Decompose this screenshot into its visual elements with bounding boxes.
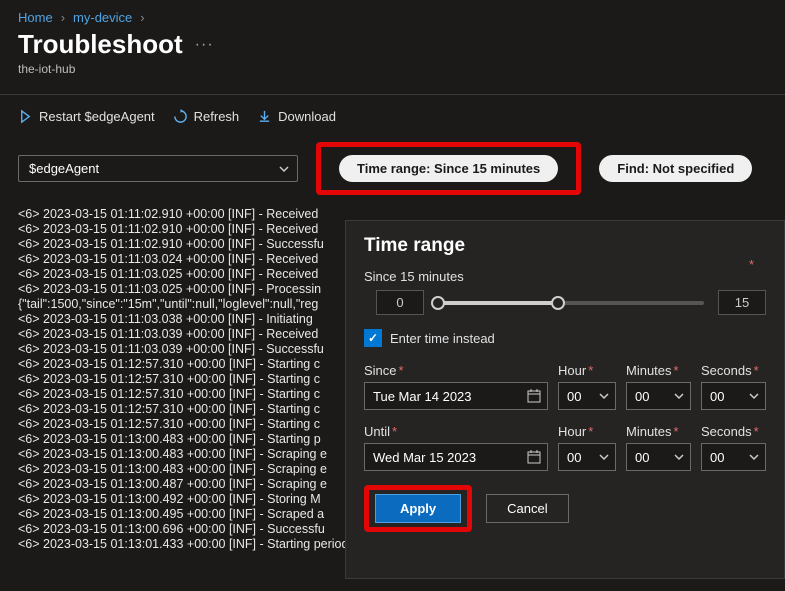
module-dropdown[interactable]: $edgeAgent [18, 155, 298, 182]
page-subtitle: the-iot-hub [0, 62, 785, 94]
cancel-button[interactable]: Cancel [486, 494, 568, 523]
chevron-down-icon [674, 391, 684, 401]
since-hour-select[interactable]: 00 [558, 382, 616, 410]
since-minutes-col-label: Minutes* [626, 363, 691, 378]
chevron-down-icon [749, 452, 759, 462]
slider-min: 0 [376, 290, 424, 315]
since-label: Since* [364, 363, 548, 378]
required-indicator: * [749, 257, 754, 272]
refresh-icon [173, 109, 188, 124]
slider-track[interactable] [438, 301, 704, 305]
since-seconds-label: Seconds* [701, 363, 766, 378]
until-seconds-label: Seconds* [701, 424, 766, 439]
page-title: Troubleshoot [18, 29, 183, 60]
until-row: Until* Wed Mar 15 2023 Hour* 00 Minutes*… [364, 424, 766, 471]
chevron-down-icon [674, 452, 684, 462]
time-range-pill[interactable]: Time range: Since 15 minutes [339, 155, 558, 182]
module-dropdown-value: $edgeAgent [18, 155, 298, 182]
enter-time-checkbox-row[interactable]: ✓ Enter time instead [364, 329, 766, 347]
chevron-right-icon: › [61, 10, 65, 25]
breadcrumb-device[interactable]: my-device [73, 10, 132, 25]
more-icon[interactable]: ··· [195, 36, 214, 54]
restart-label: Restart $edgeAgent [39, 109, 155, 124]
calendar-icon [527, 389, 541, 403]
download-button[interactable]: Download [257, 109, 336, 124]
apply-button[interactable]: Apply [375, 494, 461, 523]
download-icon [257, 109, 272, 124]
slider-thumb[interactable] [551, 296, 565, 310]
until-date-input[interactable]: Wed Mar 15 2023 [364, 443, 548, 471]
refresh-label: Refresh [194, 109, 240, 124]
since-hour-label: Hour* [558, 363, 616, 378]
restart-button[interactable]: Restart $edgeAgent [18, 109, 155, 124]
play-icon [18, 109, 33, 124]
until-minutes-col-label: Minutes* [626, 424, 691, 439]
filter-row: $edgeAgent Time range: Since 15 minutes … [0, 142, 785, 207]
slider-max: 15 [718, 290, 766, 315]
until-label: Until* [364, 424, 548, 439]
time-range-highlight: Time range: Since 15 minutes [316, 142, 581, 195]
enter-time-label: Enter time instead [390, 331, 495, 346]
chevron-down-icon [599, 391, 609, 401]
since-date-value: Tue Mar 14 2023 [373, 389, 472, 404]
calendar-icon [527, 450, 541, 464]
since-date-input[interactable]: Tue Mar 14 2023 [364, 382, 548, 410]
download-label: Download [278, 109, 336, 124]
until-minutes-select[interactable]: 00 [626, 443, 691, 471]
breadcrumb-home[interactable]: Home [18, 10, 53, 25]
since-minutes-select[interactable]: 00 [626, 382, 691, 410]
apply-highlight: Apply [364, 485, 472, 532]
divider [0, 94, 785, 95]
slider-thumb[interactable] [431, 296, 445, 310]
until-seconds-select[interactable]: 00 [701, 443, 766, 471]
since-minutes-label: Since 15 minutes [364, 269, 766, 284]
since-row: Since* Tue Mar 14 2023 Hour* 00 Minutes*… [364, 363, 766, 410]
chevron-down-icon [749, 391, 759, 401]
until-date-value: Wed Mar 15 2023 [373, 450, 476, 465]
panel-title: Time range [364, 235, 766, 257]
until-hour-select[interactable]: 00 [558, 443, 616, 471]
time-range-panel: Time range * Since 15 minutes 0 15 ✓ Ent… [345, 220, 785, 579]
until-hour-label: Hour* [558, 424, 616, 439]
chevron-down-icon [599, 452, 609, 462]
refresh-button[interactable]: Refresh [173, 109, 240, 124]
toolbar: Restart $edgeAgent Refresh Download [0, 105, 785, 142]
slider-fill [438, 301, 558, 305]
since-seconds-select[interactable]: 00 [701, 382, 766, 410]
checkbox-checked-icon[interactable]: ✓ [364, 329, 382, 347]
find-pill[interactable]: Find: Not specified [599, 155, 752, 182]
chevron-right-icon: › [140, 10, 144, 25]
panel-button-row: Apply Cancel [364, 485, 766, 532]
breadcrumb: Home › my-device › [0, 0, 785, 29]
since-slider[interactable]: 0 15 [376, 290, 766, 315]
